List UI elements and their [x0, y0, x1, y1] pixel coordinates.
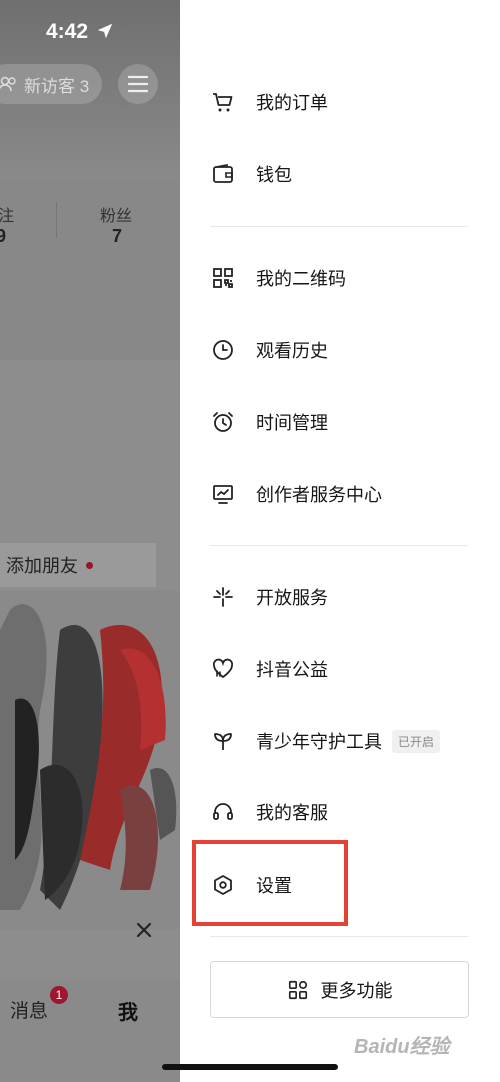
- more-features-label: 更多功能: [320, 980, 393, 1001]
- menu-button[interactable]: [118, 64, 158, 104]
- qr-code-icon: [210, 265, 236, 291]
- add-friend-button[interactable]: 添加朋友: [0, 543, 156, 587]
- divider: [210, 226, 468, 227]
- menu-item-label: 观看历史: [256, 341, 328, 361]
- status-time: 4:42: [46, 20, 89, 43]
- home-indicator[interactable]: [162, 1064, 338, 1070]
- status-badge: 已开启: [392, 729, 441, 753]
- notification-dot: [86, 561, 93, 569]
- menu-item-open-services[interactable]: 开放服务: [210, 577, 470, 617]
- alarm-clock-icon: [210, 409, 236, 435]
- divider: [210, 545, 468, 546]
- dimmed-profile-background[interactable]: 4:42 新访客 3 注 9 粉丝 7 添加朋友 消息 1 我: [0, 0, 180, 1082]
- menu-item-my-orders[interactable]: 我的订单: [210, 82, 470, 122]
- new-visitor-pill[interactable]: 新访客 3: [0, 64, 102, 104]
- menu-item-label: 开放服务: [256, 588, 328, 608]
- menu-item-label: 我的二维码: [256, 269, 346, 289]
- messages-badge: 1: [50, 986, 68, 1004]
- menu-item-time-management[interactable]: 时间管理: [210, 402, 470, 442]
- more-features-button[interactable]: 更多功能: [210, 961, 469, 1018]
- sprout-icon: [210, 728, 236, 754]
- cart-icon: [210, 89, 236, 115]
- location-arrow-icon: [97, 23, 113, 39]
- menu-item-charity[interactable]: 抖音公益: [210, 649, 470, 689]
- tab-me[interactable]: 我: [118, 996, 138, 1025]
- heart-hand-icon: [210, 656, 236, 682]
- menu-item-label: 我的客服: [256, 803, 328, 823]
- menu-item-creator-center[interactable]: 创作者服务中心: [210, 474, 470, 514]
- wallet-icon: [210, 161, 236, 187]
- watermark: Baidu经验: [354, 1035, 450, 1058]
- menu-item-label: 我的订单: [256, 93, 328, 113]
- stat-divider: [56, 202, 57, 238]
- tab-messages[interactable]: 消息: [10, 996, 48, 1023]
- following-label: 注: [0, 208, 15, 225]
- bottom-tab-bar: 消息 1 我: [0, 980, 180, 1082]
- monitor-chart-icon: [210, 481, 236, 507]
- followers-label[interactable]: 粉丝: [100, 202, 132, 226]
- new-visitor-label: 新访客 3: [24, 76, 90, 96]
- profile-stats: 注 9 粉丝 7: [0, 180, 180, 360]
- hexagon-settings-icon: [210, 872, 236, 898]
- headset-icon: [210, 799, 236, 825]
- menu-item-label: 抖音公益: [256, 660, 328, 680]
- clock-icon: [210, 337, 236, 363]
- following-count: 9: [0, 226, 7, 246]
- side-drawer: 我的订单 钱包 我的二维码 观看历史 时间管理 创作者服务中心 开放服务 抖音公…: [180, 0, 500, 1082]
- menu-item-settings[interactable]: 设置: [210, 865, 470, 905]
- profile-header: 4:42 新访客 3: [0, 0, 180, 180]
- open-service-icon: [210, 584, 236, 610]
- menu-item-label: 时间管理: [256, 413, 328, 433]
- menu-item-label: 青少年守护工具: [256, 732, 382, 752]
- menu-item-qr-code[interactable]: 我的二维码: [210, 258, 470, 298]
- video-thumbnail-artwork[interactable]: [0, 590, 180, 930]
- menu-item-label: 钱包: [256, 165, 292, 185]
- add-friend-label: 添加朋友: [6, 556, 78, 576]
- menu-item-watch-history[interactable]: 观看历史: [210, 330, 470, 370]
- menu-item-youth-protection[interactable]: 青少年守护工具 已开启: [210, 721, 470, 761]
- hamburger-icon: [128, 75, 148, 93]
- close-icon[interactable]: [134, 920, 154, 940]
- menu-item-customer-service[interactable]: 我的客服: [210, 792, 470, 832]
- followers-count[interactable]: 7: [112, 226, 122, 247]
- visitors-icon: [0, 76, 16, 92]
- divider: [210, 936, 468, 937]
- menu-item-wallet[interactable]: 钱包: [210, 154, 470, 194]
- grid-apps-icon: [288, 980, 307, 999]
- menu-item-label: 设置: [256, 876, 292, 896]
- menu-item-label: 创作者服务中心: [256, 485, 382, 505]
